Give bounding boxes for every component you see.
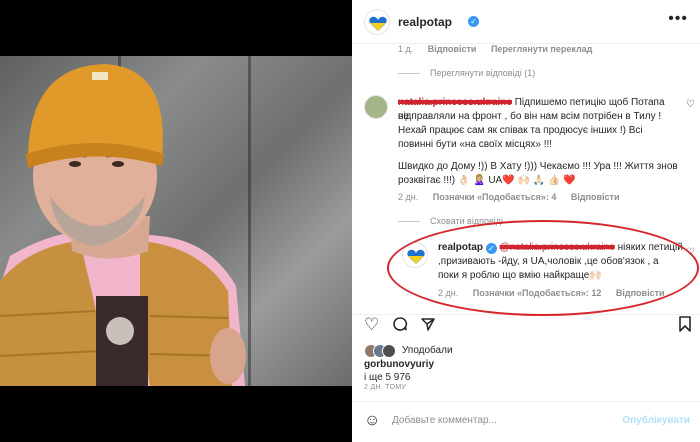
comment-meta: 2 дн. Позначки «Подобається»: 4 Відповіс… <box>398 192 632 202</box>
post-photo[interactable] <box>0 56 352 386</box>
commenter-avatar[interactable] <box>364 95 388 119</box>
reply-link[interactable]: Відповісти <box>428 44 477 54</box>
person-selfie-illustration <box>0 64 246 386</box>
comment-text-line: розквітає !!!) 👌🏻 🙎🏼‍♀️ UA❤️ 🙌🏻 🙏🏻 👍🏻 ❤️ <box>398 175 576 186</box>
redacted-username[interactable]: natalia.princess.ukraine <box>398 96 512 110</box>
comment-text-line: Нехай працює сам як співак та продюсує і… <box>398 125 643 136</box>
post-header: realpotap ✓ ••• <box>352 0 700 44</box>
author-avatar[interactable] <box>364 9 390 35</box>
previous-comment-meta: 1 д. Відповісти Переглянути переклад <box>398 44 604 54</box>
comment-text-line: відправляли на фронт , бо він нам всім п… <box>398 111 662 122</box>
author-username[interactable]: realpotap <box>398 15 452 29</box>
verified-badge-icon: ✓ <box>468 16 479 27</box>
bookmark-icon[interactable] <box>678 316 692 337</box>
comment-input[interactable] <box>392 415 632 426</box>
view-replies-link[interactable]: Переглянути відповіді (1) <box>430 68 535 78</box>
share-icon[interactable] <box>420 316 436 337</box>
see-translation-link[interactable]: Переглянути переклад <box>491 44 592 54</box>
liked-by-others-count[interactable]: і ще 5 976 <box>364 372 410 383</box>
post-timestamp[interactable]: 2 ДН. ТОМУ <box>364 384 406 391</box>
liked-by-user[interactable]: gorbunovyuriy <box>364 359 434 370</box>
comment-text-line: Швидко до Дому !)) В Хату !))) Чекаємо !… <box>398 161 678 172</box>
like-comment-heart-icon[interactable]: ♡ <box>686 99 695 110</box>
like-post-heart-icon[interactable]: ♡ <box>364 315 379 335</box>
highlight-circle-annotation <box>387 220 699 316</box>
publish-button[interactable]: Опублікувати <box>622 415 690 426</box>
add-comment-bar: ☺ Опублікувати <box>352 401 700 442</box>
liked-by-label: Уподобали <box>402 345 453 356</box>
avatar <box>382 344 396 358</box>
thread-line <box>398 221 420 222</box>
liker-avatars[interactable] <box>364 344 398 358</box>
post-media-area <box>0 0 352 442</box>
emoji-icon[interactable]: ☺ <box>364 412 380 430</box>
reply-link[interactable]: Відповісти <box>571 192 620 202</box>
comment-time: 2 дн. <box>398 192 419 202</box>
comment-icon[interactable] <box>392 316 408 337</box>
comment-text-line: повинні бути «на своїх місцях» !!! <box>398 139 553 150</box>
post-actions-bar: ♡ <box>352 314 700 340</box>
comment-likes-count[interactable]: Позначки «Подобається»: 4 <box>433 192 557 202</box>
thread-line <box>398 73 420 74</box>
ukraine-flag-heart-icon <box>369 16 387 31</box>
comment-time: 1 д. <box>398 44 414 54</box>
more-options-icon[interactable]: ••• <box>668 10 688 28</box>
